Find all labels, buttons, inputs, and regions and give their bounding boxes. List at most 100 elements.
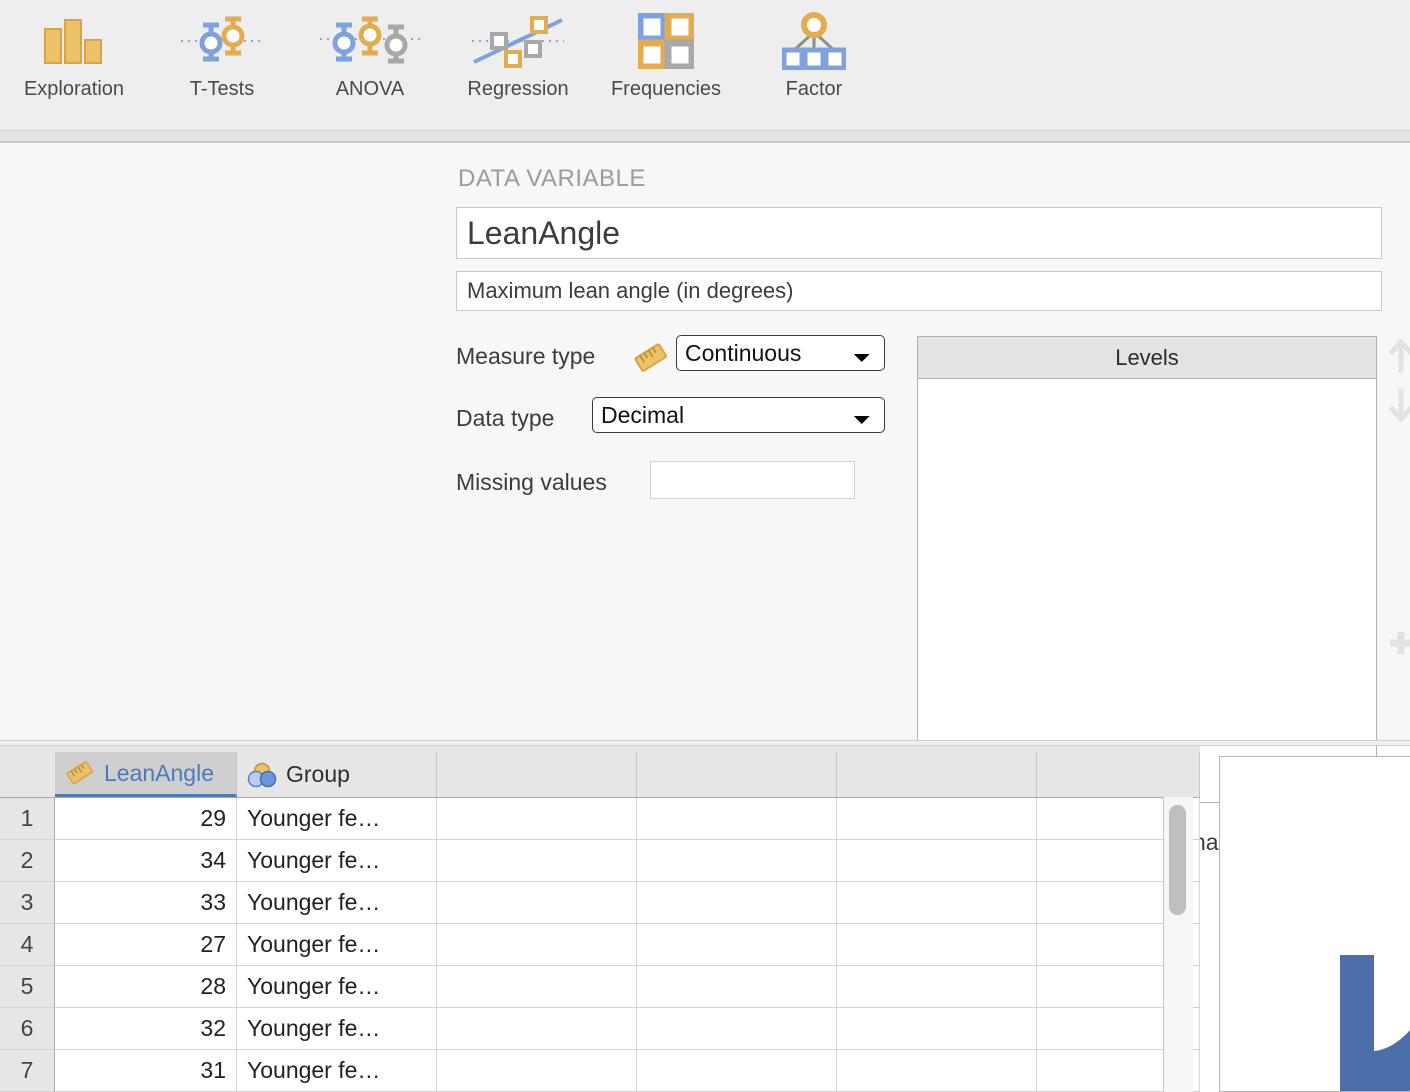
arrow-down-icon[interactable] bbox=[1388, 388, 1410, 427]
grid-cell[interactable] bbox=[837, 924, 1037, 966]
ribbon-label-frequencies: Frequencies bbox=[611, 78, 721, 101]
grid-cell[interactable] bbox=[637, 1050, 837, 1092]
grid-cell[interactable] bbox=[837, 1008, 1037, 1050]
variable-description-input[interactable]: Maximum lean angle (in degrees) bbox=[456, 271, 1382, 311]
table-row: 427Younger fe… bbox=[0, 924, 1200, 966]
missing-values-input[interactable] bbox=[650, 461, 855, 499]
ribbon-item-anova[interactable]: ANOVA bbox=[296, 0, 444, 120]
exploration-icon bbox=[42, 8, 106, 74]
grid-cell[interactable] bbox=[637, 1008, 837, 1050]
grid-cell[interactable] bbox=[837, 840, 1037, 882]
anova-icon bbox=[318, 8, 422, 74]
row-header[interactable]: 1 bbox=[0, 798, 55, 840]
grid-cell[interactable]: 31 bbox=[55, 1050, 237, 1092]
grid-cell[interactable]: Younger fe… bbox=[237, 840, 437, 882]
measure-type-select[interactable]: Continuous bbox=[676, 335, 885, 371]
grid-cell[interactable]: Younger fe… bbox=[237, 1008, 437, 1050]
grid-cell[interactable] bbox=[837, 966, 1037, 1008]
grid-cell[interactable] bbox=[437, 840, 637, 882]
ribbon-item-exploration[interactable]: Exploration bbox=[0, 0, 148, 120]
ribbon-label-factor: Factor bbox=[786, 78, 843, 101]
measure-type-label: Measure type bbox=[456, 343, 595, 370]
column-header-label: LeanAngle bbox=[104, 760, 214, 787]
analyses-ribbon: Exploration bbox=[0, 0, 1410, 130]
ribbon-separator bbox=[0, 130, 1410, 143]
grid-cell[interactable] bbox=[437, 1050, 637, 1092]
row-header[interactable]: 7 bbox=[0, 1050, 55, 1092]
arrow-up-icon[interactable] bbox=[1388, 339, 1410, 378]
grid-cell[interactable] bbox=[637, 882, 837, 924]
column-header-group[interactable]: Group bbox=[237, 752, 437, 797]
variable-editor: DATA VARIABLE LeanAngle Maximum lean ang… bbox=[0, 143, 1410, 740]
levels-header: Levels bbox=[918, 337, 1376, 379]
grid-corner-cell[interactable] bbox=[0, 752, 55, 797]
jamovi-logo bbox=[1340, 955, 1410, 1092]
grid-cell[interactable] bbox=[437, 798, 637, 840]
ruler-icon bbox=[65, 760, 95, 786]
grid-cell[interactable]: Younger fe… bbox=[237, 1050, 437, 1092]
table-row: 731Younger fe… bbox=[0, 1050, 1200, 1092]
grid-cell[interactable]: 33 bbox=[55, 882, 237, 924]
ribbon-label-exploration: Exploration bbox=[24, 78, 124, 101]
grid-cell[interactable] bbox=[637, 840, 837, 882]
grid-vertical-scrollbar[interactable] bbox=[1163, 797, 1193, 1092]
grid-cell[interactable] bbox=[437, 882, 637, 924]
levels-panel: Levels bbox=[917, 336, 1377, 803]
missing-values-label: Missing values bbox=[456, 469, 607, 496]
grid-cell[interactable]: Younger fe… bbox=[237, 924, 437, 966]
grid-cell[interactable] bbox=[637, 924, 837, 966]
grid-cell[interactable] bbox=[837, 798, 1037, 840]
ttests-icon bbox=[179, 8, 265, 74]
grid-cell[interactable]: 27 bbox=[55, 924, 237, 966]
grid-cell[interactable] bbox=[837, 1050, 1037, 1092]
data-type-select[interactable]: Decimal bbox=[592, 397, 885, 433]
column-header-empty-4[interactable] bbox=[837, 752, 1037, 797]
grid-cell[interactable] bbox=[437, 924, 637, 966]
grid-cell[interactable]: Younger fe… bbox=[237, 798, 437, 840]
variable-name-input[interactable]: LeanAngle bbox=[456, 207, 1382, 259]
column-header-empty-2[interactable] bbox=[437, 752, 637, 797]
grid-body: 129Younger fe…234Younger fe…333Younger f… bbox=[0, 797, 1200, 1092]
data-grid-pane: LeanAngleGroup 129Younger fe…234Younger … bbox=[0, 746, 1200, 1092]
grid-cell[interactable]: Younger fe… bbox=[237, 882, 437, 924]
column-header-row: LeanAngle Group bbox=[0, 752, 1200, 797]
row-header[interactable]: 6 bbox=[0, 1008, 55, 1050]
column-header-empty-3[interactable] bbox=[637, 752, 837, 797]
grid-cell[interactable] bbox=[437, 1008, 637, 1050]
level-tools bbox=[1388, 339, 1410, 673]
grid-cell[interactable] bbox=[637, 966, 837, 1008]
grid-cell[interactable] bbox=[837, 882, 1037, 924]
grid-cell[interactable]: 28 bbox=[55, 966, 237, 1008]
grid-cell[interactable] bbox=[637, 798, 837, 840]
levels-list[interactable] bbox=[918, 379, 1376, 802]
ribbon-item-regression[interactable]: Regression bbox=[444, 0, 592, 120]
table-row: 333Younger fe… bbox=[0, 882, 1200, 924]
table-row: 129Younger fe… bbox=[0, 798, 1200, 840]
ribbon-item-frequencies[interactable]: Frequencies bbox=[592, 0, 740, 120]
table-row: 234Younger fe… bbox=[0, 840, 1200, 882]
row-header[interactable]: 3 bbox=[0, 882, 55, 924]
row-header[interactable]: 5 bbox=[0, 966, 55, 1008]
row-header[interactable]: 4 bbox=[0, 924, 55, 966]
ruler-icon bbox=[633, 342, 669, 379]
ribbon-item-factor[interactable]: Factor bbox=[740, 0, 888, 120]
row-header[interactable]: 2 bbox=[0, 840, 55, 882]
grid-cell[interactable]: 29 bbox=[55, 798, 237, 840]
scrollbar-thumb[interactable] bbox=[1169, 805, 1186, 915]
factor-icon bbox=[782, 8, 846, 74]
grid-cell[interactable]: Younger fe… bbox=[237, 966, 437, 1008]
ribbon-label-anova: ANOVA bbox=[336, 78, 405, 101]
regression-icon bbox=[468, 8, 568, 74]
grid-cell[interactable]: 34 bbox=[55, 840, 237, 882]
table-row: 528Younger fe… bbox=[0, 966, 1200, 1008]
jamovi-window: Exploration bbox=[0, 0, 1410, 1092]
ribbon-label-ttests: T-Tests bbox=[190, 78, 254, 101]
grid-cell[interactable] bbox=[437, 966, 637, 1008]
ribbon-item-ttests[interactable]: T-Tests bbox=[148, 0, 296, 120]
results-pane[interactable] bbox=[1219, 756, 1410, 1092]
frequencies-icon bbox=[638, 8, 694, 74]
column-header-leanangle[interactable]: LeanAngle bbox=[55, 752, 237, 797]
column-header-empty-5[interactable] bbox=[1037, 752, 1200, 797]
grid-cell[interactable]: 32 bbox=[55, 1008, 237, 1050]
plus-icon[interactable] bbox=[1388, 628, 1410, 663]
